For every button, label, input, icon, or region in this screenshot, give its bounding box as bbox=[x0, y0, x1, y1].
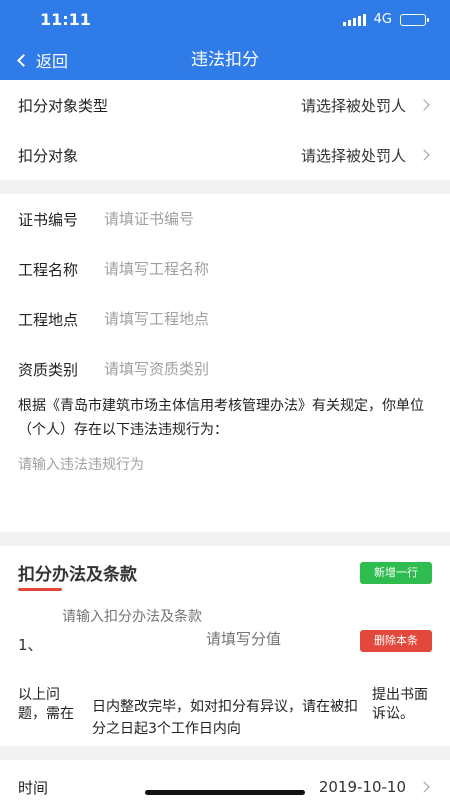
status-bar: 11:11 4G bbox=[0, 0, 450, 40]
signal-icon bbox=[342, 13, 366, 26]
status-time: 11:11 bbox=[40, 10, 91, 29]
target-label: 扣分对象 bbox=[18, 146, 79, 165]
add-row-button[interactable]: 新增一行 bbox=[360, 562, 432, 584]
target-section: 扣分对象类型 请选择被处罚人 扣分对象 请选择被处罚人 bbox=[0, 80, 450, 180]
project-name-row: 工程名称 bbox=[0, 244, 450, 294]
certificate-number-label: 证书编号 bbox=[18, 210, 79, 229]
delete-item-button[interactable]: 删除本条 bbox=[360, 630, 432, 652]
target-row[interactable]: 扣分对象 请选择被处罚人 bbox=[0, 130, 450, 180]
project-name-label: 工程名称 bbox=[18, 260, 79, 279]
section-title: 扣分办法及条款 bbox=[18, 565, 137, 585]
project-location-input[interactable] bbox=[104, 310, 432, 328]
target-type-row[interactable]: 扣分对象类型 请选择被处罚人 bbox=[0, 80, 450, 130]
home-indicator bbox=[145, 790, 305, 795]
qualification-type-label: 资质类别 bbox=[18, 360, 79, 379]
back-label: 返回 bbox=[36, 52, 69, 71]
regulation-text: 根据《青岛市建筑市场主体信用考核管理办法》有关规定，你单位（个人）存在以下违法违… bbox=[18, 398, 424, 438]
certificate-number-input[interactable] bbox=[104, 210, 432, 228]
clause-index: 1、 bbox=[18, 636, 43, 654]
target-value: 请选择被处罚人 bbox=[300, 146, 406, 165]
notice-middle-text: 日内整改完毕，如对扣分有异议，请在被扣分之日起3个工作日内向 bbox=[92, 699, 358, 737]
notice-right-text: 提出书面诉讼。 bbox=[372, 687, 428, 722]
target-type-label: 扣分对象类型 bbox=[18, 96, 109, 115]
chevron-right-icon bbox=[418, 149, 430, 161]
clauses-section: 扣分办法及条款 新增一行 1、 删除本条 以上问题，需在 日内整改完毕，如对扣分… bbox=[0, 546, 450, 746]
info-section: 证书编号 工程名称 工程地点 资质类别 根据《青岛市建筑市场主体信用考核管理办法… bbox=[0, 194, 450, 532]
date-label: 时间 bbox=[18, 778, 49, 797]
violation-input[interactable] bbox=[18, 454, 432, 514]
date-value: 2019-10-10 bbox=[318, 778, 406, 796]
network-type: 4G bbox=[373, 12, 392, 27]
project-location-row: 工程地点 bbox=[0, 294, 450, 344]
clause-score-input[interactable] bbox=[206, 630, 346, 648]
section-underline bbox=[18, 588, 62, 591]
chevron-right-icon bbox=[418, 99, 430, 111]
project-location-label: 工程地点 bbox=[18, 310, 79, 329]
nav-bar: 返回 违法扣分 bbox=[0, 40, 450, 80]
qualification-type-input[interactable] bbox=[104, 360, 432, 378]
clause-method-input[interactable] bbox=[62, 608, 202, 648]
project-name-input[interactable] bbox=[104, 260, 432, 278]
back-button[interactable]: 返回 bbox=[16, 40, 68, 80]
certificate-number-row: 证书编号 bbox=[0, 194, 450, 244]
target-type-value: 请选择被处罚人 bbox=[300, 96, 406, 115]
notice-left-text: 以上问题，需在 bbox=[18, 687, 74, 722]
chevron-left-icon bbox=[17, 53, 30, 67]
status-indicators: 4G bbox=[342, 12, 429, 27]
battery-icon bbox=[400, 13, 429, 26]
qualification-type-row: 资质类别 bbox=[0, 344, 450, 394]
chevron-right-icon bbox=[418, 781, 430, 793]
